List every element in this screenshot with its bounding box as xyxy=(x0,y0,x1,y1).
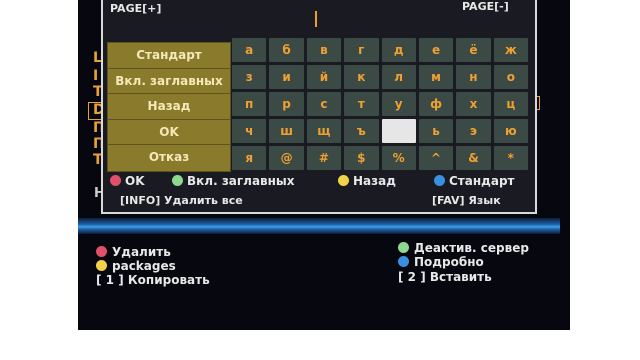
char-key[interactable]: в xyxy=(306,38,342,62)
char-key[interactable]: о xyxy=(493,65,528,89)
char-key[interactable]: ш xyxy=(269,119,304,143)
legend-red-label: OK xyxy=(125,174,145,188)
page-down-label[interactable]: PAGE[-] xyxy=(462,0,509,13)
char-key[interactable]: я xyxy=(232,146,267,170)
char-key[interactable]: и xyxy=(269,65,304,89)
char-key[interactable]: ф xyxy=(418,92,454,116)
help-packages-label: packages xyxy=(112,259,176,273)
key-standard[interactable]: Стандарт xyxy=(108,43,230,69)
char-key[interactable]: * xyxy=(493,146,528,170)
char-key[interactable]: п xyxy=(232,92,267,116)
bezel-left xyxy=(0,0,78,360)
char-key[interactable]: ^ xyxy=(418,146,454,170)
char-key[interactable]: ч xyxy=(232,119,267,143)
help-copy: [ 1 ] Копировать xyxy=(96,273,210,287)
key-ok[interactable]: OK xyxy=(108,120,230,146)
char-key[interactable]: х xyxy=(456,92,491,116)
char-key[interactable]: ю xyxy=(493,119,528,143)
color-key-legend: OK Вкл. заглавных Назад Стандарт xyxy=(108,174,532,192)
char-key[interactable]: # xyxy=(306,146,342,170)
info-delete-all-hint: [INFO] Удалить все xyxy=(120,194,243,207)
yellow-button-icon xyxy=(96,260,107,271)
char-key[interactable]: б xyxy=(269,38,304,62)
legend-green: Вкл. заглавных xyxy=(172,174,295,188)
char-key[interactable]: $ xyxy=(344,146,379,170)
legend-red: OK xyxy=(110,174,145,188)
red-button-icon xyxy=(96,246,107,257)
char-key[interactable]: й xyxy=(306,65,342,89)
legend-green-label: Вкл. заглавных xyxy=(187,174,295,188)
char-key[interactable]: @ xyxy=(269,146,304,170)
char-key[interactable]: ъ xyxy=(344,119,379,143)
char-key[interactable]: к xyxy=(344,65,379,89)
char-key[interactable]: с xyxy=(306,92,342,116)
function-keys-panel: Стандарт Вкл. заглавных Назад OK Отказ xyxy=(107,42,231,172)
green-button-icon xyxy=(398,242,409,253)
page-up-label[interactable]: PAGE[+] xyxy=(110,2,161,15)
char-key[interactable]: & xyxy=(456,146,491,170)
char-key[interactable]: н xyxy=(456,65,491,89)
character-grid: а б в г д е ё ж з и й к л м н о п р с т у ф х ц ч ш щ ъ ь э ю я @ # $% ^ & * xyxy=(232,38,528,170)
fav-language-hint: [FAV] Язык xyxy=(432,194,501,207)
char-key[interactable]: ц xyxy=(493,92,528,116)
char-key[interactable]: ё xyxy=(456,38,491,62)
key-back[interactable]: Назад xyxy=(108,94,230,120)
help-delete: Удалить xyxy=(96,245,171,259)
char-key[interactable]: а xyxy=(232,38,267,62)
char-key[interactable]: д xyxy=(381,38,416,62)
char-key[interactable]: ь xyxy=(418,119,454,143)
legend-blue-label: Стандарт xyxy=(449,174,515,188)
key-caps-on[interactable]: Вкл. заглавных xyxy=(108,69,230,95)
help-deactivate-label: Деактив. сервер xyxy=(414,241,529,255)
char-key[interactable]: р xyxy=(269,92,304,116)
char-key[interactable]: т xyxy=(344,92,379,116)
green-button-icon xyxy=(172,175,183,186)
help-details-label: Подробно xyxy=(414,255,484,269)
bg-menu-letter: I xyxy=(93,68,99,84)
char-key-selected[interactable] xyxy=(381,119,416,143)
char-key[interactable]: ж xyxy=(493,38,528,62)
legend-blue: Стандарт xyxy=(434,174,514,188)
text-cursor xyxy=(315,11,317,27)
help-delete-label: Удалить xyxy=(112,245,171,259)
help-paste: [ 2 ] Вставить xyxy=(398,270,492,284)
char-key[interactable]: е xyxy=(418,38,454,62)
char-key[interactable]: з xyxy=(232,65,267,89)
bezel-right xyxy=(570,0,640,360)
help-details: Подробно xyxy=(398,255,484,269)
char-key[interactable]: у xyxy=(381,92,416,116)
char-key[interactable]: щ xyxy=(306,119,342,143)
bezel-bottom xyxy=(78,330,570,360)
char-key[interactable]: м xyxy=(418,65,454,89)
char-key[interactable]: л xyxy=(381,65,416,89)
char-key[interactable]: э xyxy=(456,119,491,143)
blue-button-icon xyxy=(398,256,409,267)
blue-button-icon xyxy=(434,175,445,186)
divider-bar xyxy=(78,218,560,234)
yellow-button-icon xyxy=(338,175,349,186)
key-cancel[interactable]: Отказ xyxy=(108,145,230,171)
red-button-icon xyxy=(110,175,121,186)
help-deactivate-server: Деактив. сервер xyxy=(398,241,529,255)
help-packages: packages xyxy=(96,259,176,273)
char-key[interactable]: % xyxy=(381,146,416,170)
legend-yellow: Назад xyxy=(338,174,396,188)
char-key[interactable]: г xyxy=(344,38,379,62)
legend-yellow-label: Назад xyxy=(353,174,396,188)
